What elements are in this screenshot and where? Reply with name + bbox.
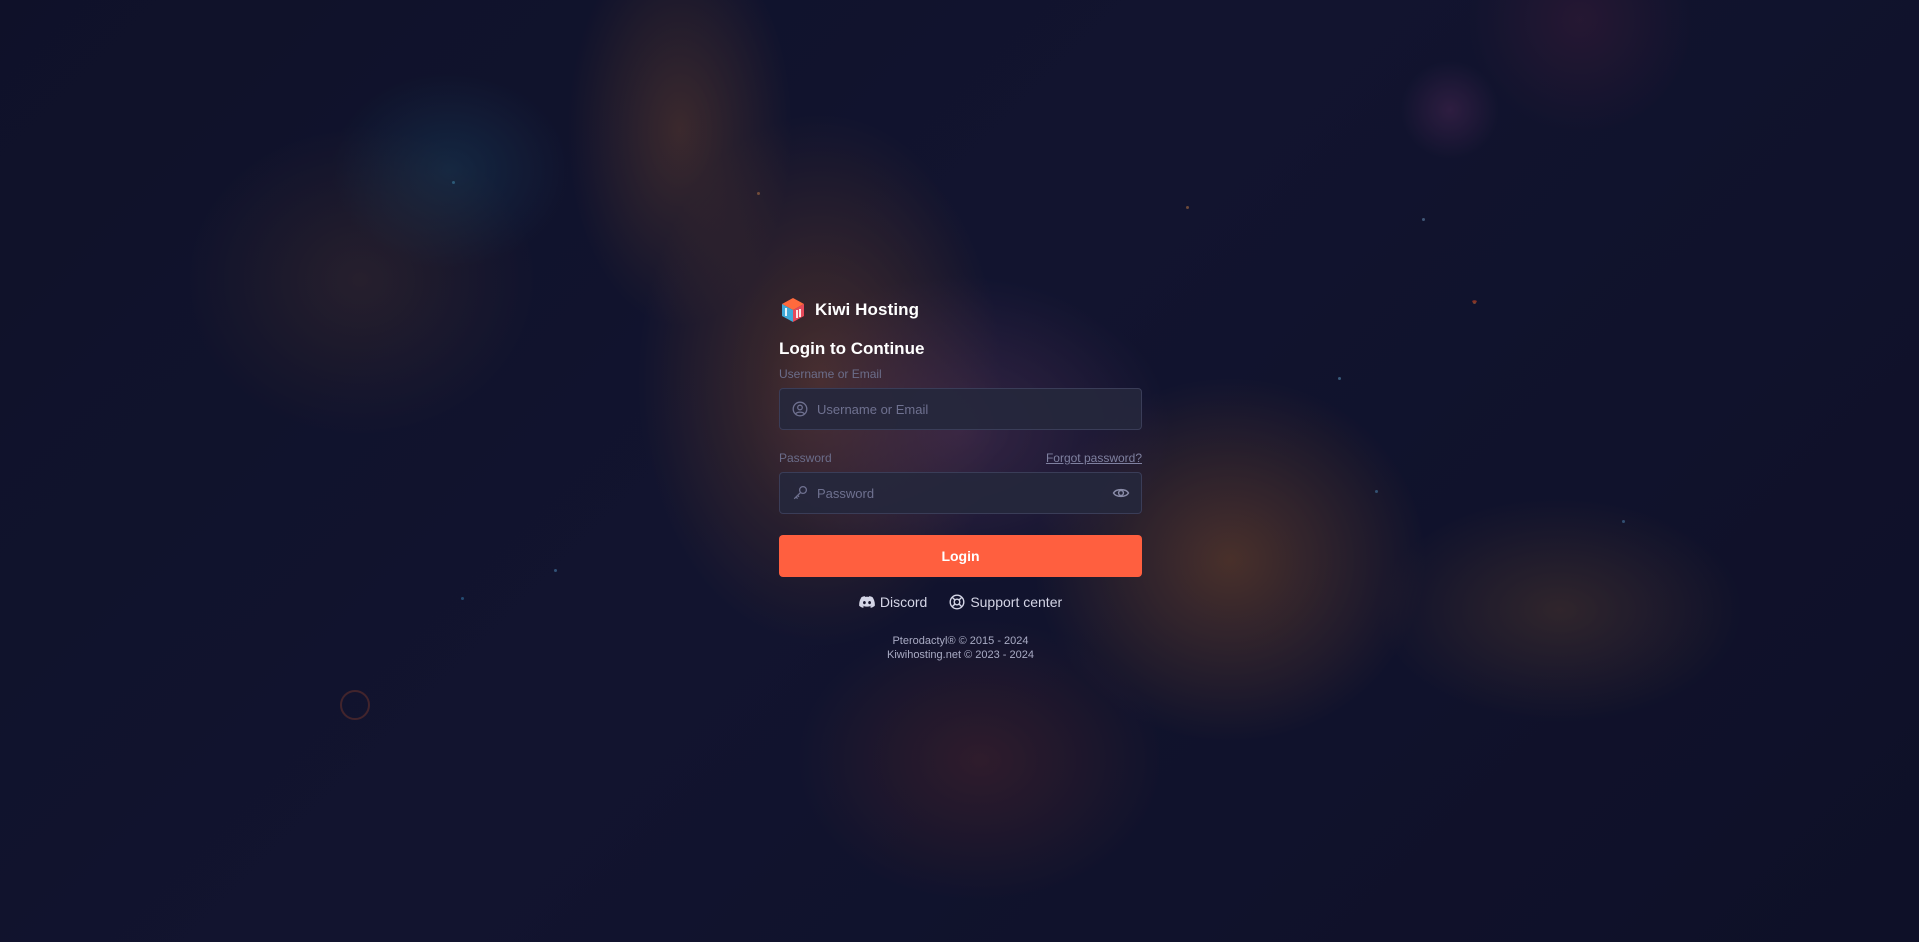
star-decoration [461, 597, 464, 600]
star-decoration [340, 690, 370, 720]
star-decoration [757, 192, 760, 195]
username-field[interactable] [779, 388, 1142, 430]
discord-icon [859, 595, 875, 608]
star-decoration [1186, 206, 1189, 209]
star-decoration [1472, 300, 1477, 303]
star-decoration [554, 569, 557, 572]
key-icon [791, 484, 809, 502]
eye-icon[interactable] [1111, 483, 1131, 503]
lifebuoy-icon [949, 594, 965, 610]
user-circle-icon [791, 400, 809, 418]
password-label: Password [779, 451, 832, 465]
kiwi-cube-logo [782, 298, 804, 322]
star-decoration [1422, 218, 1425, 221]
username-input[interactable] [817, 390, 1141, 428]
brand-name: Kiwi Hosting [815, 300, 920, 319]
footer: Pterodactyl® © 2015 - 2024 Kiwihosting.n… [779, 634, 1142, 662]
discord-label: Discord [879, 594, 928, 610]
support-center-link[interactable]: Support center [949, 594, 1062, 610]
star-decoration [1473, 301, 1476, 304]
discord-link[interactable]: Discord [859, 594, 927, 610]
star-decoration [1622, 520, 1625, 523]
username-label: Username or Email [779, 367, 882, 381]
brand: Kiwi Hosting [779, 294, 1142, 326]
star-decoration [1338, 377, 1341, 380]
star-decoration [1375, 490, 1378, 493]
star-decoration [452, 181, 455, 184]
footer-line-kiwihosting: Kiwihosting.net © 2023 - 2024 [887, 649, 1034, 661]
page-title: Login to Continue [779, 339, 925, 358]
support-center-label: Support center [970, 594, 1063, 610]
footer-line-pterodactyl: Pterodactyl® © 2015 - 2024 [892, 635, 1029, 647]
forgot-password-link[interactable]: Forgot password? [1046, 451, 1142, 465]
password-input[interactable] [817, 474, 1111, 512]
help-links: Discord Support center [779, 594, 1142, 610]
password-field[interactable] [779, 472, 1142, 514]
login-button[interactable]: Login [779, 535, 1142, 577]
login-panel: Kiwi Hosting Login to Continue Username … [779, 294, 1142, 662]
